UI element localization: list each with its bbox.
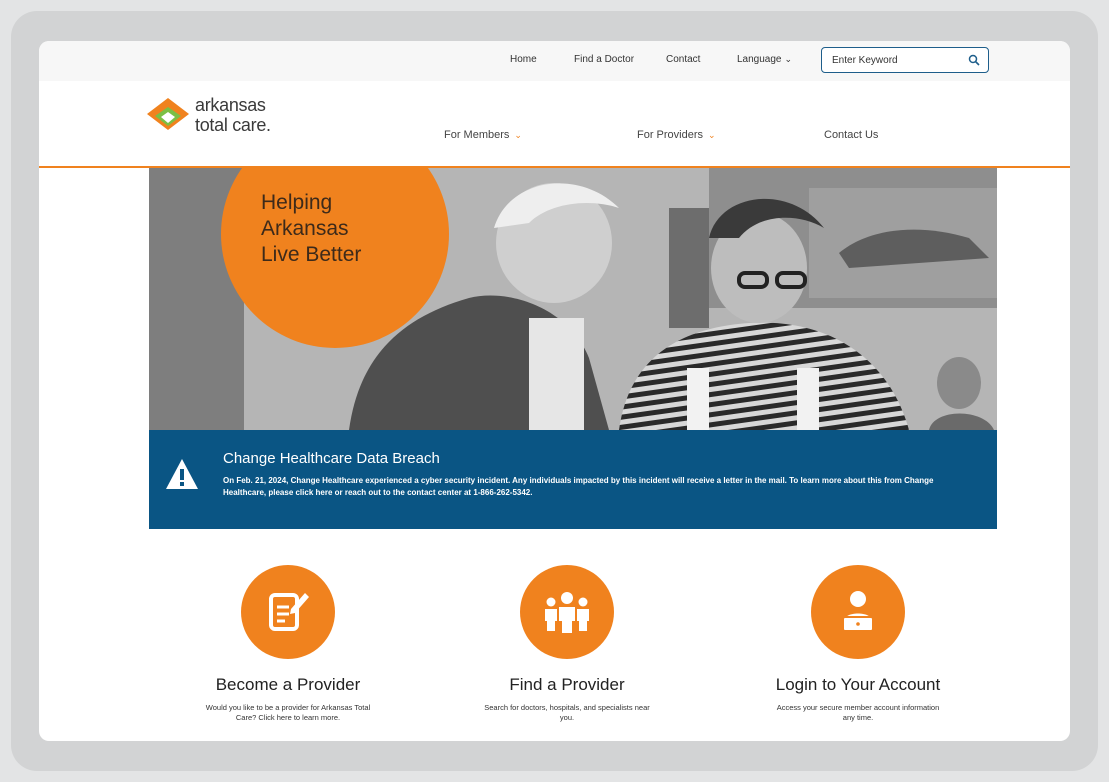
webpage: Home Find a Doctor Contact Language ⌄ En… [39, 41, 1070, 741]
become-provider-desc: Would you like to be a provider for Arka… [205, 703, 371, 722]
alert-title: Change Healthcare Data Breach [223, 450, 440, 467]
hero-headline: Helping Arkansas Live Better [261, 191, 362, 266]
logo[interactable]: arkansas total care. [147, 91, 287, 141]
login-account-title: Login to Your Account [775, 675, 941, 694]
find-provider-circle [520, 565, 614, 659]
login-account-card[interactable]: Login to Your Account Access your secure… [743, 565, 973, 723]
login-account-circle [811, 565, 905, 659]
chevron-down-icon: ⌄ [708, 130, 716, 140]
logo-text-line1: arkansas [195, 95, 266, 115]
nav-for-members-label: For Members [444, 129, 510, 141]
find-a-provider-card[interactable]: Find a Provider Search for doctors, hosp… [452, 565, 682, 723]
warning-icon [166, 459, 198, 489]
find-provider-title: Find a Provider [509, 675, 625, 694]
chevron-down-icon: ⌄ [784, 54, 793, 64]
chevron-down-icon: ⌄ [514, 130, 522, 140]
logo-mark-icon [147, 98, 189, 130]
nav-for-providers-label: For Providers [637, 129, 704, 141]
hero-banner: Helping Arkansas Live Better [149, 168, 997, 430]
logo-text-line2: total care. [195, 115, 271, 135]
device-frame: Home Find a Doctor Contact Language ⌄ En… [11, 11, 1098, 771]
home-link[interactable]: Home [510, 54, 537, 65]
user-laptop-icon [842, 591, 874, 632]
become-provider-title: Become a Provider [215, 675, 361, 694]
document-edit-icon [269, 593, 309, 631]
search-box [821, 47, 989, 73]
site-header: arkansas total care. For Members ⌄ For Pr… [39, 81, 1070, 168]
search-icon[interactable] [968, 54, 980, 66]
alert-body: On Feb. 21, 2024, Change Healthcare expe… [223, 476, 934, 497]
utility-bar: Home Find a Doctor Contact Language ⌄ [39, 41, 1070, 81]
become-provider-circle [241, 565, 335, 659]
contact-link[interactable]: Contact [666, 54, 700, 65]
become-a-provider-card[interactable]: Become a Provider Would you like to be a… [173, 565, 403, 723]
nav-for-members[interactable]: For Members ⌄ [444, 129, 522, 141]
find-a-doctor-link[interactable]: Find a Doctor [574, 54, 634, 65]
alert-banner[interactable]: Change Healthcare Data Breach On Feb. 21… [149, 430, 997, 529]
nav-contact-us[interactable]: Contact Us [824, 129, 878, 141]
nav-for-providers[interactable]: For Providers ⌄ [637, 129, 716, 141]
search-input[interactable] [832, 53, 952, 67]
language-label: Language [737, 54, 782, 65]
language-dropdown[interactable]: Language ⌄ [737, 54, 792, 65]
people-group-icon [545, 592, 589, 633]
login-account-desc: Access your secure member account inform… [776, 703, 940, 722]
find-provider-desc: Search for doctors, hospitals, and speci… [484, 703, 650, 722]
